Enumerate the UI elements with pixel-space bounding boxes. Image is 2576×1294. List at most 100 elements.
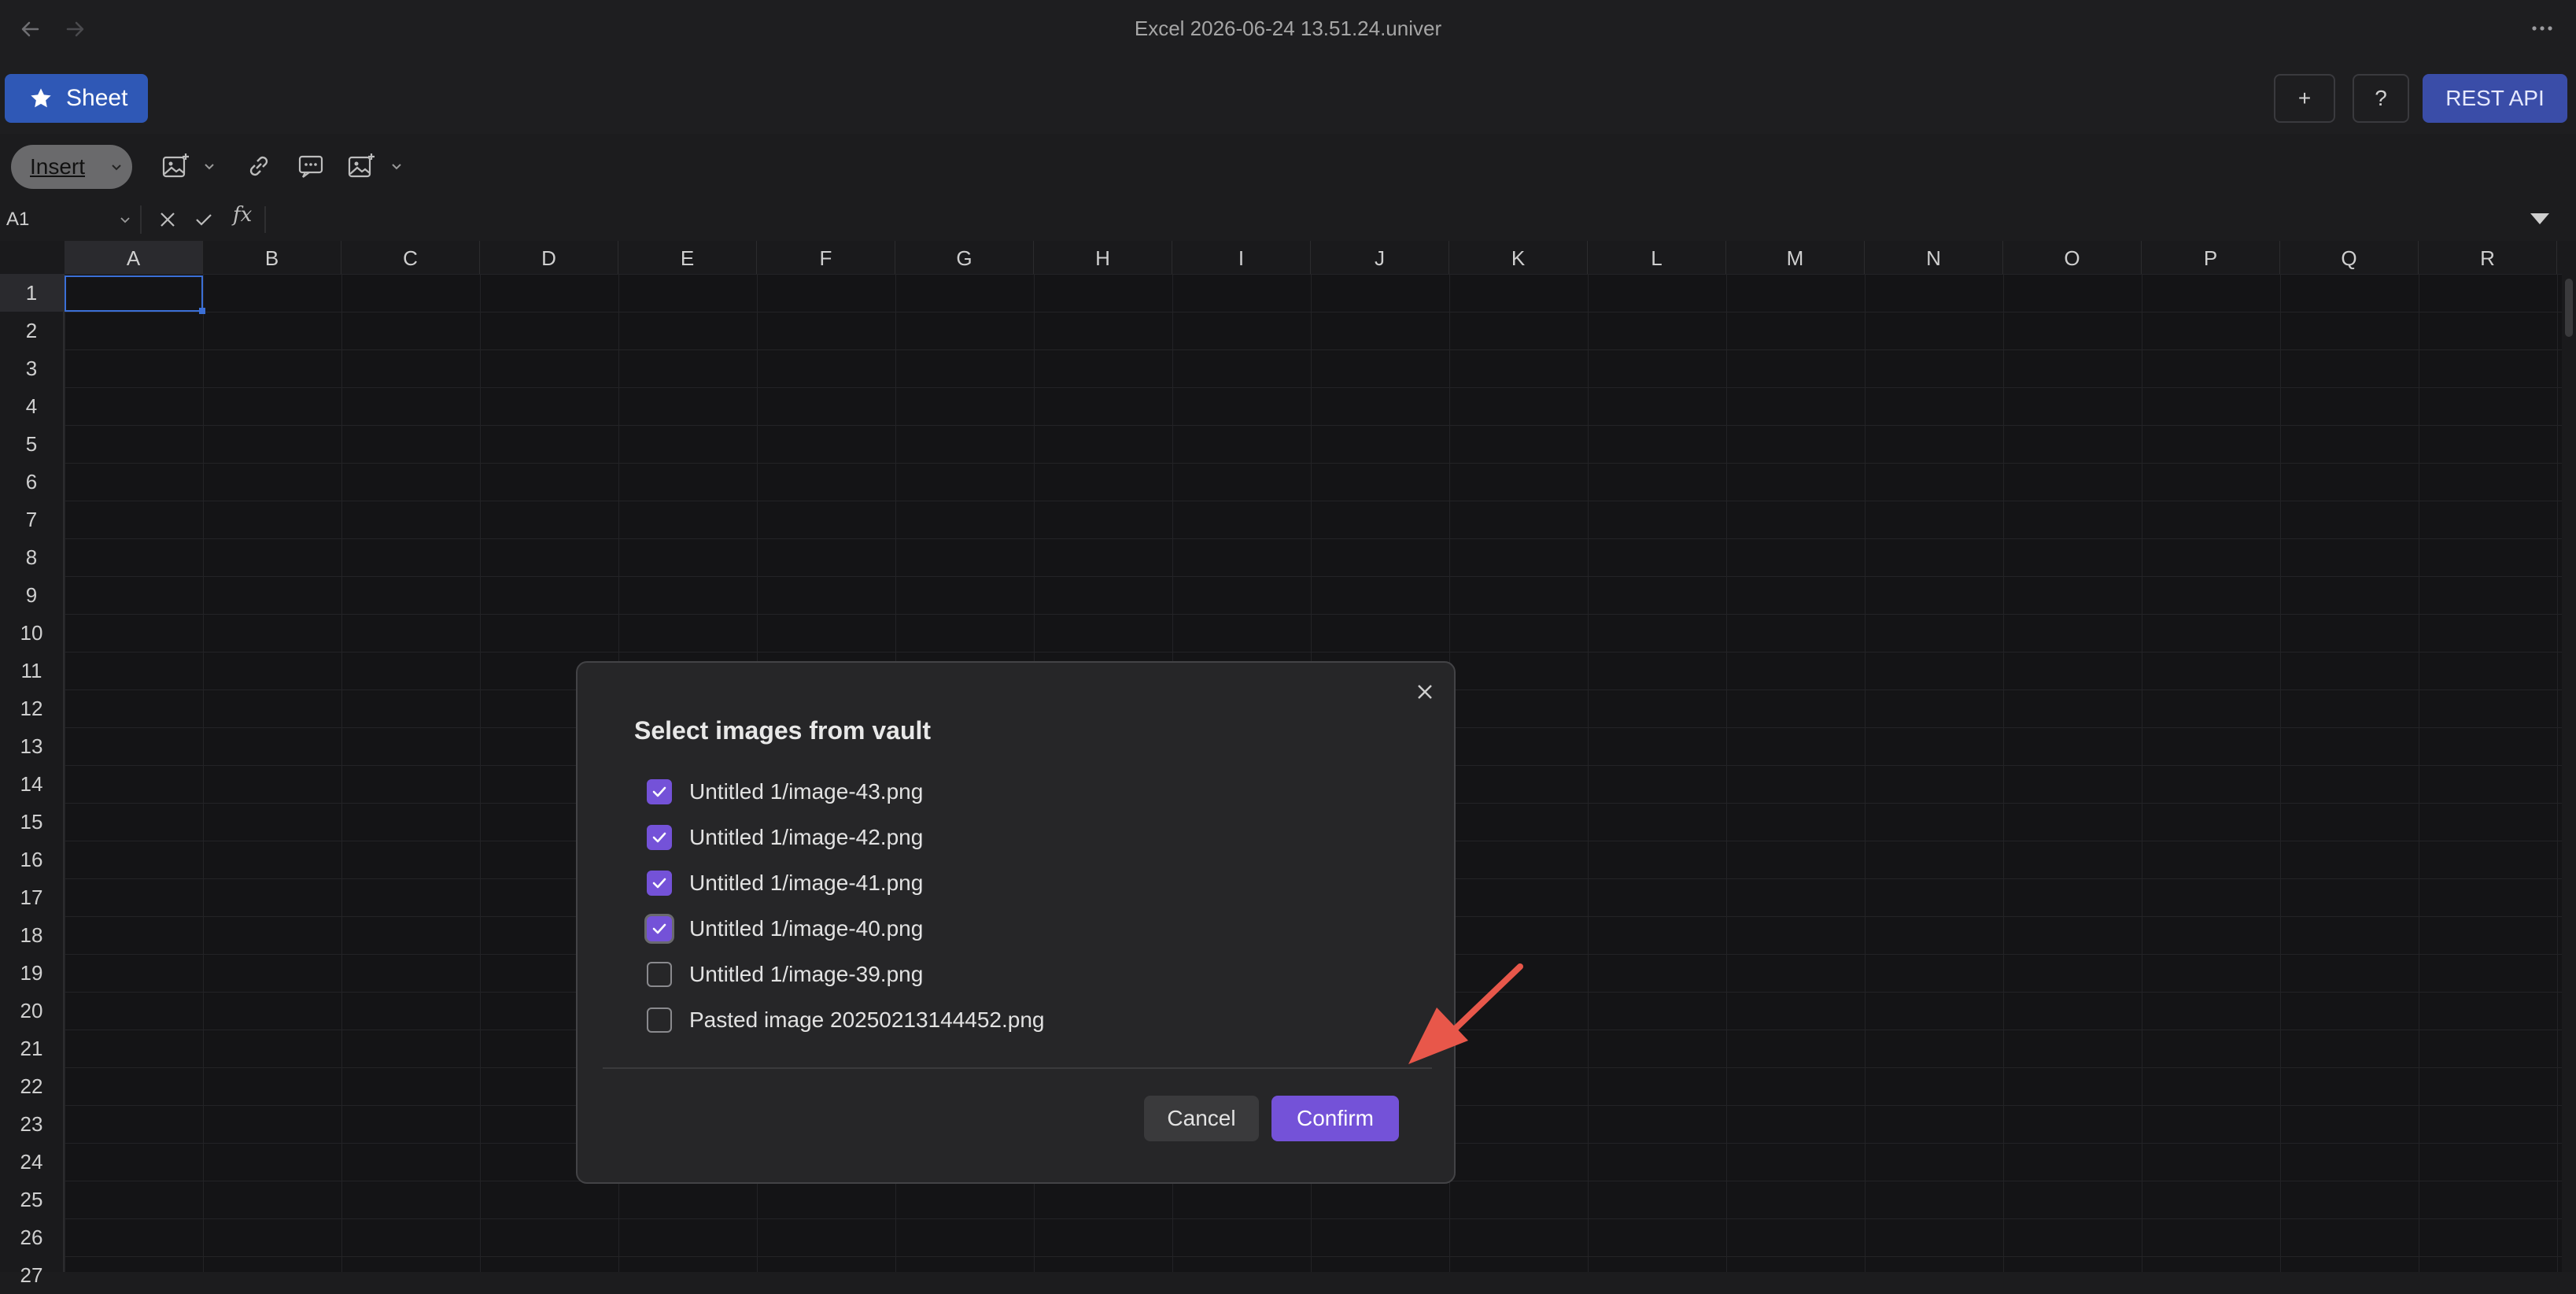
dialog-title: Select images from vault bbox=[634, 716, 932, 745]
image-option-label: Untitled 1/image-42.png bbox=[689, 825, 924, 849]
column-header[interactable]: I bbox=[1172, 241, 1311, 274]
column-header[interactable]: B bbox=[203, 241, 341, 274]
checkmark-icon bbox=[652, 923, 666, 934]
column-header[interactable]: E bbox=[618, 241, 757, 274]
column-header[interactable]: N bbox=[1865, 241, 2003, 274]
fill-handle[interactable] bbox=[199, 308, 205, 314]
row-header[interactable]: 25 bbox=[0, 1181, 63, 1218]
rest-api-button[interactable]: REST API bbox=[2423, 74, 2567, 123]
vertical-scrollbar[interactable] bbox=[2562, 274, 2576, 1272]
row-header[interactable]: 9 bbox=[0, 576, 63, 614]
row-header[interactable]: 6 bbox=[0, 463, 63, 501]
column-header[interactable]: D bbox=[480, 241, 618, 274]
confirm-edit-icon[interactable] bbox=[194, 209, 214, 230]
select-images-dialog: Select images from vault Untitled 1/imag… bbox=[576, 661, 1456, 1184]
checkbox[interactable] bbox=[647, 916, 672, 941]
row-header[interactable]: 22 bbox=[0, 1067, 63, 1105]
row-header[interactable]: 21 bbox=[0, 1030, 63, 1067]
checkbox[interactable] bbox=[647, 779, 672, 804]
image-option-label: Untitled 1/image-41.png bbox=[689, 871, 924, 895]
image-option-label: Untitled 1/image-43.png bbox=[689, 779, 924, 804]
image-option-label: Pasted image 20250213144452.png bbox=[689, 1007, 1045, 1032]
column-header[interactable]: C bbox=[341, 241, 480, 274]
row-header[interactable]: 4 bbox=[0, 387, 63, 425]
checkmark-icon bbox=[652, 832, 666, 843]
column-header[interactable]: L bbox=[1588, 241, 1726, 274]
row-header[interactable]: 12 bbox=[0, 690, 63, 727]
row-header[interactable]: 15 bbox=[0, 803, 63, 841]
row-header[interactable]: 18 bbox=[0, 916, 63, 954]
column-header[interactable]: R bbox=[2419, 241, 2557, 274]
cancel-edit-icon[interactable] bbox=[157, 209, 178, 230]
expand-formula-bar-icon[interactable] bbox=[2529, 211, 2551, 227]
row-header[interactable]: 3 bbox=[0, 349, 63, 387]
close-icon[interactable] bbox=[1413, 680, 1437, 704]
column-header[interactable]: H bbox=[1034, 241, 1172, 274]
chevron-down-icon bbox=[120, 217, 130, 224]
checkbox[interactable] bbox=[647, 1007, 672, 1033]
sheet-button-label: Sheet bbox=[66, 85, 128, 111]
insert-menu-button[interactable]: Insert bbox=[11, 145, 132, 189]
column-header[interactable]: G bbox=[895, 241, 1034, 274]
fx-icon[interactable]: fx bbox=[233, 203, 252, 227]
row-header[interactable]: 17 bbox=[0, 878, 63, 916]
row-header[interactable]: 26 bbox=[0, 1218, 63, 1256]
row-header[interactable]: 14 bbox=[0, 765, 63, 803]
row-header[interactable]: 5 bbox=[0, 425, 63, 463]
row-header[interactable]: 7 bbox=[0, 501, 63, 538]
row-header[interactable]: 20 bbox=[0, 992, 63, 1030]
row-header[interactable]: 19 bbox=[0, 954, 63, 992]
formula-bar-divider bbox=[264, 206, 266, 233]
window-title: Excel 2026-06-24 13.51.24.univer bbox=[1134, 17, 1442, 40]
dialog-divider bbox=[603, 1067, 1432, 1069]
sheet-button[interactable]: Sheet bbox=[5, 74, 148, 123]
row-header[interactable]: 23 bbox=[0, 1105, 63, 1143]
column-header[interactable]: F bbox=[757, 241, 895, 274]
insert-label: Insert bbox=[30, 154, 86, 179]
column-header[interactable]: M bbox=[1726, 241, 1865, 274]
link-icon[interactable] bbox=[244, 151, 274, 181]
checkmark-icon bbox=[652, 878, 666, 889]
image-options-chevron-icon[interactable] bbox=[203, 162, 216, 172]
selected-cell[interactable] bbox=[65, 275, 205, 314]
column-header[interactable]: Q bbox=[2280, 241, 2419, 274]
help-button[interactable]: ? bbox=[2353, 74, 2409, 123]
row-header[interactable]: 10 bbox=[0, 614, 63, 652]
row-header[interactable]: 8 bbox=[0, 538, 63, 576]
more-options-icon[interactable] bbox=[2524, 14, 2560, 43]
confirm-button[interactable]: Confirm bbox=[1271, 1096, 1399, 1141]
image-option-label: Untitled 1/image-39.png bbox=[689, 962, 924, 986]
row-header[interactable]: 13 bbox=[0, 727, 63, 765]
star-icon bbox=[31, 88, 51, 108]
column-header[interactable]: P bbox=[2142, 241, 2280, 274]
row-header[interactable]: 11 bbox=[0, 652, 63, 690]
annotation-arrow-icon bbox=[1401, 960, 1534, 1070]
column-header[interactable]: K bbox=[1449, 241, 1588, 274]
row-header[interactable]: 2 bbox=[0, 312, 63, 349]
float-image-chevron-icon[interactable] bbox=[390, 162, 403, 172]
checkbox[interactable] bbox=[647, 871, 672, 896]
add-button[interactable]: + bbox=[2274, 74, 2335, 123]
checkbox[interactable] bbox=[647, 962, 672, 987]
toolbar: Insert bbox=[0, 134, 2576, 200]
row-header[interactable]: 1 bbox=[0, 274, 63, 312]
float-image-icon[interactable] bbox=[346, 151, 378, 181]
cell-reference-box[interactable]: A1 bbox=[6, 205, 142, 234]
checkmark-icon bbox=[652, 786, 666, 797]
title-bar: Excel 2026-06-24 13.51.24.univer bbox=[0, 0, 2576, 57]
row-headers: 1 2 3 4 5 6 7 8 9 10 11 12 13 14 15 16 17 18 19 20 21 22 23 24 2… bbox=[0, 274, 65, 1287]
cancel-button[interactable]: Cancel bbox=[1144, 1096, 1259, 1141]
row-header[interactable]: 16 bbox=[0, 841, 63, 878]
column-header[interactable]: A bbox=[65, 241, 203, 274]
formula-bar: A1 fx bbox=[0, 198, 2576, 242]
row-header[interactable]: 27 bbox=[0, 1256, 63, 1294]
row-header[interactable]: 24 bbox=[0, 1143, 63, 1181]
column-header[interactable]: O bbox=[2003, 241, 2142, 274]
checkbox[interactable] bbox=[647, 825, 672, 850]
column-headers: ABCDEFGHIJKLMNOPQR bbox=[0, 241, 2576, 275]
cell-reference-value: A1 bbox=[6, 209, 30, 230]
scrollbar-thumb[interactable] bbox=[2565, 279, 2573, 337]
comment-icon[interactable] bbox=[296, 151, 327, 181]
column-header[interactable]: J bbox=[1311, 241, 1449, 274]
insert-image-icon[interactable] bbox=[161, 151, 192, 181]
